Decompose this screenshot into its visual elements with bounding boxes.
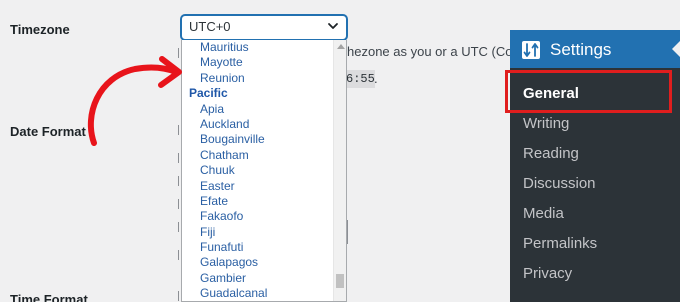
timezone-optgroup-pacific: Pacific [189,86,228,101]
timezone-option[interactable]: Chuuk [182,163,332,178]
timezone-option[interactable]: Efate [182,194,332,209]
curved-arrow-icon [87,56,182,146]
menu-settings-label: Settings [550,40,612,59]
timezone-option[interactable]: Apia [182,102,332,117]
timezone-option[interactable]: Chatham [182,148,332,163]
scroll-up-arrow-icon[interactable] [337,44,345,49]
universal-time-code: 6:55 [345,70,375,88]
timezone-option[interactable]: Guadalcanal [182,286,332,301]
submenu-item-permalinks[interactable]: Permalinks [523,235,597,252]
settings-sliders-icon [522,41,540,59]
timezone-option[interactable]: Galapagos [182,255,332,270]
menu-current-pointer [672,41,680,57]
menu-settings-header[interactable]: Settings [510,30,680,68]
submenu-item-privacy[interactable]: Privacy [523,265,572,282]
timezone-select-value: UTC+0 [189,19,231,34]
timezone-label: Timezone [10,22,70,37]
date-format-label: Date Format [10,124,86,139]
timezone-option[interactable]: Fakaofo [182,209,332,224]
timezone-select[interactable]: UTC+0 [181,15,347,40]
timezone-option[interactable]: Easter [182,179,332,194]
chevron-down-icon [328,23,338,29]
submenu-item-media[interactable]: Media [523,205,564,222]
submenu-item-discussion[interactable]: Discussion [523,175,596,192]
timezone-option[interactable]: Reunion [182,71,332,86]
scrollbar-thumb[interactable] [336,274,344,288]
timezone-option[interactable]: Mauritius [182,40,332,55]
timezone-option[interactable]: Bougainville [182,132,332,147]
timezone-option[interactable]: Fiji [182,225,332,240]
timezone-option[interactable]: Auckland [182,117,332,132]
universal-time-suffix: . [374,71,378,86]
dropdown-scrollbar[interactable] [333,40,346,301]
submenu-item-reading[interactable]: Reading [523,145,579,162]
time-format-label: Time Format [10,292,88,302]
highlight-box [505,70,672,113]
timezone-dropdown-list[interactable]: Mauritius Mayotte Reunion Pacific Apia A… [181,40,347,302]
submenu-item-writing[interactable]: Writing [523,115,569,132]
timezone-option[interactable]: Funafuti [182,240,332,255]
timezone-option[interactable]: Mayotte [182,55,332,70]
timezone-option[interactable]: Gambier [182,271,332,286]
